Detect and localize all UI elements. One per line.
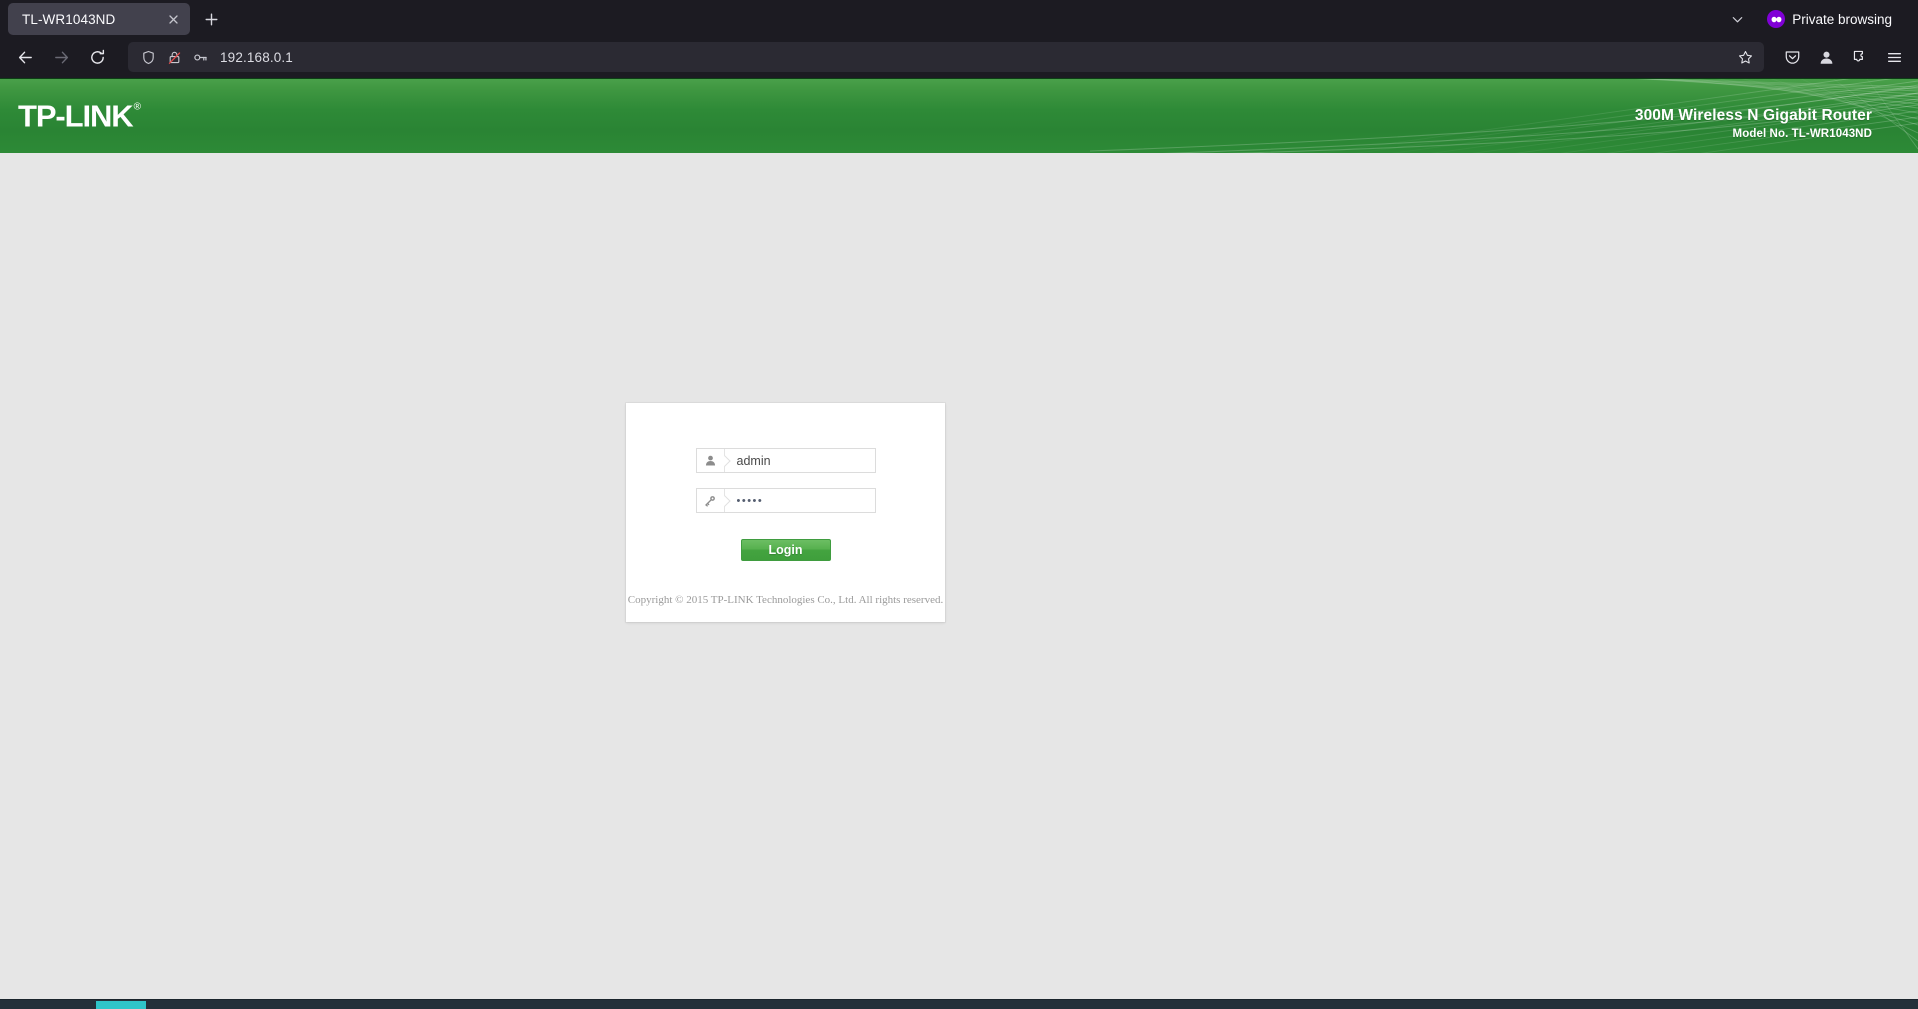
login-button[interactable]: Login: [740, 539, 831, 561]
page-viewport: TP-LINK ® 300M Wireless N Gigabit Router …: [0, 78, 1918, 1009]
tplink-logo: TP-LINK ®: [18, 98, 141, 134]
browser-chrome: TL-WR1043ND Private browsing 192.168.0.1: [0, 0, 1918, 78]
header-swoosh-decoration: [1089, 79, 1918, 153]
reload-icon[interactable]: [80, 41, 114, 73]
password-field-row[interactable]: [695, 488, 876, 513]
product-name: 300M Wireless N Gigabit Router: [1634, 107, 1872, 124]
browser-tab[interactable]: TL-WR1043ND: [8, 3, 190, 35]
toolbar-right-controls: [1772, 41, 1910, 73]
username-field-row[interactable]: [695, 448, 876, 473]
back-icon[interactable]: [8, 41, 42, 73]
broken-lock-icon[interactable]: [164, 47, 184, 67]
desktop-taskbar: [0, 999, 1918, 1009]
taskbar-active-window-indicator[interactable]: [96, 1001, 146, 1009]
star-icon[interactable]: [1732, 44, 1758, 70]
copyright-text: Copyright © 2015 TP-LINK Technologies Co…: [627, 594, 944, 606]
key-icon[interactable]: [190, 47, 210, 67]
key-icon: [696, 489, 725, 512]
password-input[interactable]: [724, 489, 875, 512]
router-header-banner: TP-LINK ® 300M Wireless N Gigabit Router …: [0, 78, 1918, 153]
user-icon: [696, 449, 725, 472]
private-browsing-indicator: Private browsing: [1761, 8, 1898, 30]
screen: TL-WR1043ND Private browsing 192.168.0.1…: [0, 0, 1918, 1009]
private-browsing-label: Private browsing: [1792, 11, 1892, 27]
chevron-down-icon[interactable]: [1723, 5, 1751, 33]
forward-icon[interactable]: [44, 41, 78, 73]
page-content: Login Copyright © 2015 TP-LINK Technolog…: [0, 153, 1918, 999]
new-tab-button[interactable]: [196, 4, 226, 34]
pocket-icon[interactable]: [1776, 41, 1808, 73]
username-input[interactable]: [724, 449, 875, 472]
account-icon[interactable]: [1810, 41, 1842, 73]
extensions-icon[interactable]: [1844, 41, 1876, 73]
tab-strip: TL-WR1043ND Private browsing: [0, 0, 1918, 38]
close-icon[interactable]: [162, 8, 184, 30]
registered-trademark-icon: ®: [133, 101, 141, 113]
model-number: Model No. TL-WR1043ND: [1732, 127, 1872, 140]
tplink-logo-text: TP-LINK: [18, 98, 134, 134]
tab-title: TL-WR1043ND: [22, 11, 116, 27]
navigation-toolbar: 192.168.0.1: [0, 38, 1918, 78]
login-card: Login Copyright © 2015 TP-LINK Technolog…: [626, 403, 945, 622]
tabstrip-right-controls: Private browsing: [1723, 5, 1910, 33]
private-mask-icon: [1767, 10, 1786, 28]
router-header-info: 300M Wireless N Gigabit Router Model No.…: [1635, 107, 1872, 140]
hamburger-menu-icon[interactable]: [1878, 41, 1910, 73]
url-text[interactable]: 192.168.0.1: [216, 50, 1726, 65]
url-bar[interactable]: 192.168.0.1: [128, 42, 1764, 72]
shield-icon[interactable]: [138, 47, 158, 67]
